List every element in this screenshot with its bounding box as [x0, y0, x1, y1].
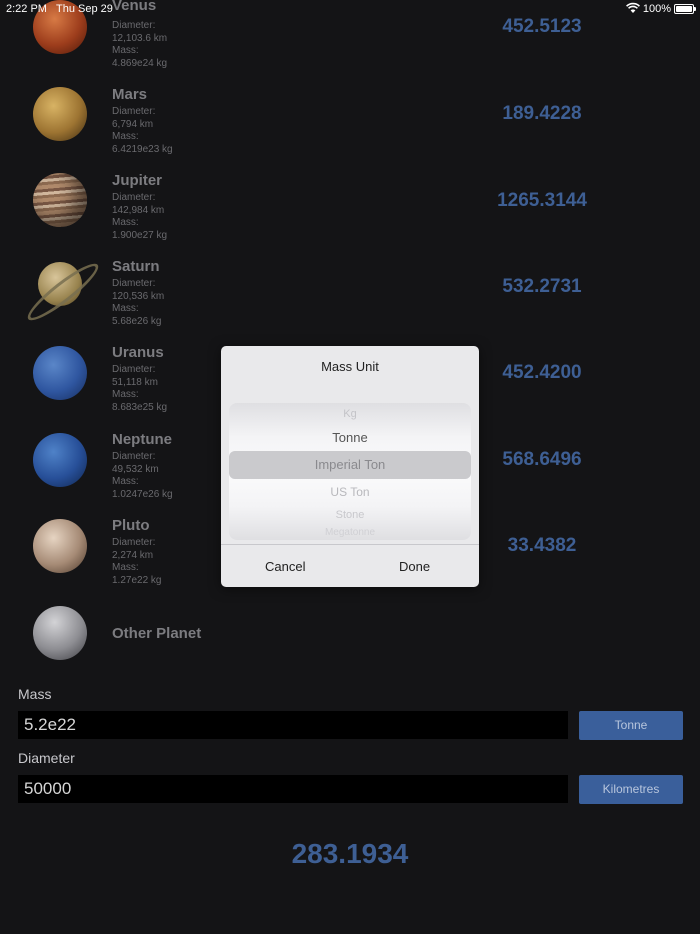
diameter-label: Diameter: — [112, 451, 156, 462]
mass-value: 4.869e24 kg — [112, 57, 168, 69]
diameter-label: Diameter — [18, 750, 75, 766]
mass-unit-dialog: Mass Unit Kg Tonne Imperial Ton US Ton S… — [221, 346, 479, 587]
picker-option[interactable]: Megatonne — [229, 527, 471, 538]
planet-name: Pluto — [112, 517, 150, 534]
diameter-value: 2,274 km — [112, 549, 154, 561]
battery-icon — [674, 4, 696, 14]
planet-result: 452.5123 — [502, 16, 582, 37]
diameter-value: 49,532 km — [112, 463, 159, 475]
mass-label: Mass: — [112, 562, 139, 573]
unit-picker[interactable]: Kg Tonne Imperial Ton US Ton Stone Megat… — [229, 403, 471, 540]
planet-result: 452.4200 — [502, 362, 582, 383]
picker-option[interactable]: Stone — [229, 509, 471, 521]
mass-unit-button[interactable]: Tonne — [579, 711, 683, 740]
status-time: 2:22 PM — [6, 3, 47, 15]
wifi-icon — [626, 2, 640, 13]
picker-option[interactable]: US Ton — [229, 485, 471, 499]
other-planet-label: Other Planet — [112, 625, 202, 642]
diameter-label: Diameter: — [112, 364, 156, 375]
battery-percent: 100% — [642, 3, 671, 15]
diameter-value: 142,984 km — [112, 204, 165, 216]
diameter-value: 6,794 km — [112, 118, 154, 130]
diameter-label: Diameter: — [112, 537, 156, 548]
planet-result: 1265.3144 — [497, 190, 587, 211]
diameter-label: Diameter: — [112, 192, 156, 203]
diameter-value: 120,536 km — [112, 290, 165, 302]
mass-value: 1.0247e26 kg — [112, 488, 173, 500]
diameter-label: Diameter: — [112, 106, 156, 117]
mass-label: Mass: — [112, 389, 139, 400]
planet-details: Diameter: 2,274 km Mass: 1.27e22 kg — [112, 537, 162, 587]
planet-result: 33.4382 — [507, 535, 577, 556]
mass-value: 6.4219e23 kg — [112, 143, 173, 155]
result-value: 283.1934 — [291, 838, 409, 869]
diameter-label: Diameter: — [112, 20, 156, 31]
status-bar: 2:22 PM Thu Sep 29 100% — [0, 0, 700, 18]
planet-result: 189.4228 — [502, 103, 582, 124]
diameter-value: 51,118 km — [112, 376, 158, 388]
planet-row-other[interactable]: Other Planet — [0, 604, 700, 690]
mass-value: 1.27e22 kg — [112, 574, 162, 586]
planet-row-mars[interactable]: Mars Diameter: 6,794 km Mass: 6.4219e23 … — [0, 86, 700, 172]
planet-name: Mars — [112, 86, 148, 103]
diameter-unit-button[interactable]: Kilometres — [579, 775, 683, 804]
planet-name: Uranus — [112, 344, 164, 361]
dialog-title: Mass Unit — [321, 359, 379, 374]
cancel-button[interactable]: Cancel — [265, 559, 305, 574]
mars-icon — [33, 87, 87, 141]
mass-label: Mass — [18, 686, 52, 702]
planet-details: Diameter: 6,794 km Mass: 6.4219e23 kg — [112, 106, 173, 156]
uranus-icon — [33, 346, 87, 400]
planet-details: Diameter: 49,532 km Mass: 1.0247e26 kg — [112, 451, 173, 501]
planet-name: Saturn — [112, 258, 160, 275]
status-date: Thu Sep 29 — [56, 3, 113, 15]
planet-name: Jupiter — [112, 172, 163, 189]
planet-result: 568.6496 — [502, 449, 582, 470]
planet-result: 532.2731 — [502, 276, 582, 297]
neptune-icon — [33, 433, 87, 487]
diameter-label: Diameter: — [112, 278, 156, 289]
planet-name: Neptune — [112, 431, 172, 448]
planet-details: Diameter: 51,118 km Mass: 8.683e25 kg — [112, 364, 167, 414]
planet-row-jupiter[interactable]: Jupiter Diameter: 142,984 km Mass: 1.900… — [0, 172, 700, 258]
pluto-icon — [33, 519, 87, 573]
mass-label: Mass: — [112, 131, 139, 142]
planet-details: Diameter: 120,536 km Mass: 5.68e26 kg — [112, 278, 164, 328]
planet-row-saturn[interactable]: Saturn Diameter: 120,536 km Mass: 5.68e2… — [0, 257, 700, 344]
mass-value: 5.68e26 kg — [112, 315, 162, 327]
mass-input[interactable]: 5.2e22 — [18, 711, 568, 739]
mass-label: Mass: — [112, 217, 139, 228]
mass-value: 8.683e25 kg — [112, 401, 168, 413]
planet-details: Diameter: 142,984 km Mass: 1.900e27 kg — [112, 192, 167, 242]
mass-label: Mass: — [112, 476, 139, 487]
dialog-divider — [221, 544, 479, 545]
picker-option-selected[interactable]: Imperial Ton — [229, 457, 471, 472]
picker-option[interactable]: Kg — [229, 408, 471, 420]
diameter-value: 12,103.6 km — [112, 32, 168, 44]
done-button[interactable]: Done — [399, 559, 430, 574]
other-planet-icon — [33, 606, 87, 660]
mass-value: 1.900e27 kg — [112, 229, 168, 241]
planet-details: Diameter: 12,103.6 km Mass: 4.869e24 kg — [112, 20, 167, 70]
mass-label: Mass: — [112, 303, 139, 314]
mass-label: Mass: — [112, 45, 139, 56]
picker-option[interactable]: Tonne — [229, 430, 471, 445]
jupiter-icon — [33, 173, 87, 227]
diameter-input[interactable]: 50000 — [18, 775, 568, 803]
